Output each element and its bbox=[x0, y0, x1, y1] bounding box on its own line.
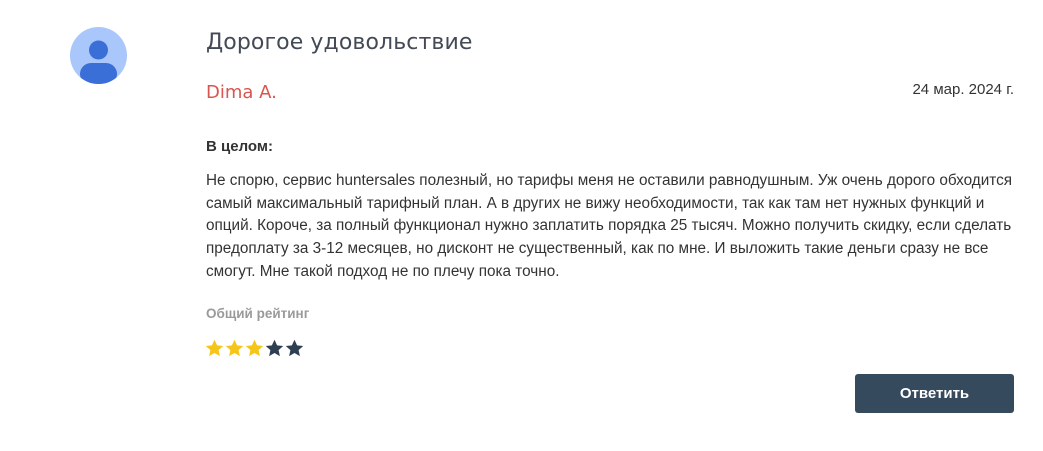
star-empty-icon bbox=[285, 339, 304, 357]
rating-label: Общий рейтинг bbox=[206, 306, 310, 321]
review-text: Не спорю, сервис huntersales полезный, н… bbox=[206, 172, 1013, 280]
star-filled-icon bbox=[245, 339, 264, 357]
user-silhouette-icon bbox=[80, 40, 117, 84]
star-filled-icon bbox=[205, 339, 224, 357]
rating-stars bbox=[205, 339, 304, 357]
avatar bbox=[70, 27, 127, 84]
review-date: 24 мар. 2024 г. bbox=[912, 81, 1014, 98]
review-title: Дорогое удовольствие bbox=[206, 30, 473, 55]
reply-button[interactable]: Ответить bbox=[855, 374, 1014, 413]
star-empty-icon bbox=[265, 339, 284, 357]
section-label-overall: В целом: bbox=[206, 138, 273, 155]
review-author[interactable]: Dima A. bbox=[206, 82, 277, 103]
star-filled-icon bbox=[225, 339, 244, 357]
